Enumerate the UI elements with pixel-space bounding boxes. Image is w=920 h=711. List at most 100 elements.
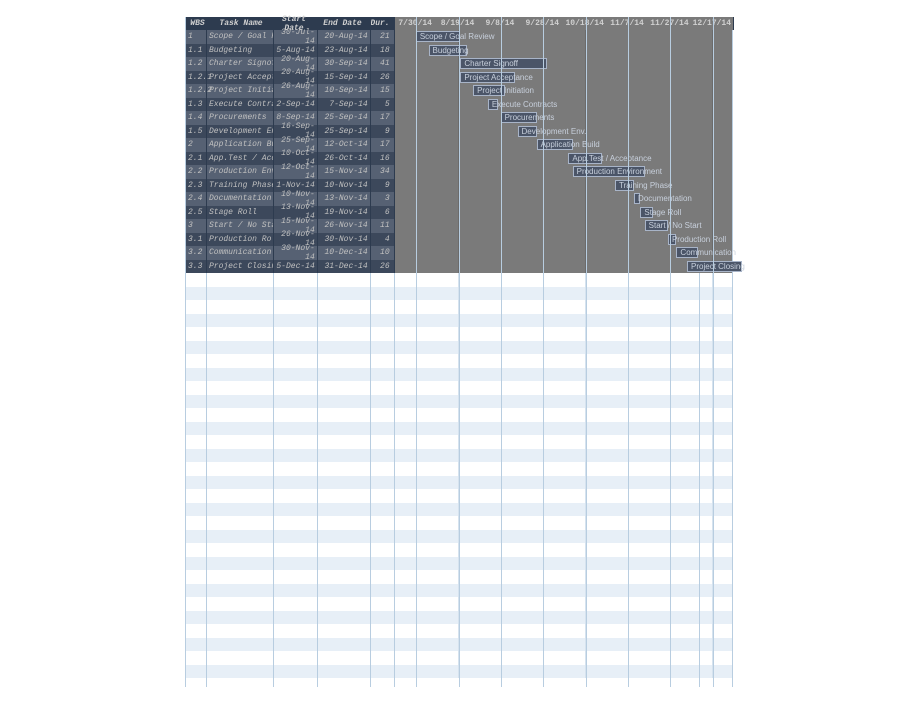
cell-wbs[interactable]: 2	[186, 140, 207, 149]
empty-row[interactable]	[186, 273, 732, 287]
gantt-bar[interactable]: Budgeting	[429, 45, 467, 56]
cell-end[interactable]: 25-Sep-14	[317, 113, 370, 122]
task-row[interactable]: 1.2.1Project Acceptance20-Aug-1415-Sep-1…	[186, 71, 732, 85]
empty-row[interactable]	[186, 327, 732, 341]
gantt-bar[interactable]: Production Environment	[573, 166, 645, 177]
empty-row[interactable]	[186, 300, 732, 314]
cell-task[interactable]: Budgeting	[207, 46, 273, 55]
empty-row[interactable]	[186, 341, 732, 355]
cell-wbs[interactable]: 1.2.2	[186, 86, 207, 95]
cell-task[interactable]: Scope / Goal Revie	[207, 32, 273, 41]
gantt-bar[interactable]: Project Initiation	[473, 85, 505, 96]
cell-dur[interactable]: 26	[370, 262, 394, 271]
cell-wbs[interactable]: 2.2	[186, 167, 207, 176]
task-row[interactable]: 1.1Budgeting5-Aug-1423-Aug-1418Budgeting	[186, 44, 732, 58]
empty-row[interactable]	[186, 624, 732, 638]
cell-end[interactable]: 15-Nov-14	[317, 167, 370, 176]
cell-task[interactable]: Execute Contracts	[207, 100, 273, 109]
cell-wbs[interactable]: 3	[186, 221, 207, 230]
task-row[interactable]: 3Start / No Start15-Nov-1426-Nov-1411Sta…	[186, 219, 732, 233]
empty-row[interactable]	[186, 611, 732, 625]
empty-row[interactable]	[186, 449, 732, 463]
empty-row[interactable]	[186, 381, 732, 395]
cell-dur[interactable]: 10	[370, 248, 394, 257]
empty-row[interactable]	[186, 503, 732, 517]
cell-start[interactable]: 8-Sep-14	[273, 113, 317, 122]
cell-task[interactable]: Communication	[207, 248, 273, 257]
cell-task[interactable]: Documentation	[207, 194, 273, 203]
cell-wbs[interactable]: 1.2	[186, 59, 207, 68]
cell-dur[interactable]: 6	[370, 208, 394, 217]
empty-row[interactable]	[186, 489, 732, 503]
gantt-bar[interactable]: App.Test / Acceptance	[568, 153, 602, 164]
task-row[interactable]: 3.2Communication30-Nov-1410-Dec-1410Comm…	[186, 246, 732, 260]
cell-dur[interactable]: 15	[370, 86, 394, 95]
cell-end[interactable]: 20-Aug-14	[317, 32, 370, 41]
cell-wbs[interactable]: 2.1	[186, 154, 207, 163]
gantt-bar[interactable]: Application Build	[537, 139, 573, 150]
cell-dur[interactable]: 21	[370, 32, 394, 41]
gantt-bar[interactable]: Production Roll	[668, 234, 676, 245]
cell-end[interactable]: 19-Nov-14	[317, 208, 370, 217]
empty-row[interactable]	[186, 651, 732, 665]
empty-row[interactable]	[186, 516, 732, 530]
cell-wbs[interactable]: 3.3	[186, 262, 207, 271]
cell-dur[interactable]: 9	[370, 127, 394, 136]
gantt-bar[interactable]: Procurements	[501, 112, 537, 123]
cell-start[interactable]: 2-Sep-14	[273, 100, 317, 109]
cell-wbs[interactable]: 1	[186, 32, 207, 41]
cell-task[interactable]: Development Env.	[207, 127, 273, 136]
empty-row[interactable]	[186, 543, 732, 557]
cell-task[interactable]: Production Roll	[207, 235, 273, 244]
empty-row[interactable]	[186, 435, 732, 449]
cell-start[interactable]: 5-Dec-14	[273, 262, 317, 271]
task-row[interactable]: 2.1App.Test / Accepta10-Oct-1426-Oct-141…	[186, 152, 732, 166]
cell-end[interactable]: 30-Nov-14	[317, 235, 370, 244]
cell-end[interactable]: 15-Sep-14	[317, 73, 370, 82]
cell-dur[interactable]: 41	[370, 59, 394, 68]
task-row[interactable]: 2.3Training Phase1-Nov-1410-Nov-149Train…	[186, 179, 732, 193]
cell-start[interactable]: 30-Jul-14	[273, 28, 317, 46]
task-row[interactable]: 1.4Procurements8-Sep-1425-Sep-1417Procur…	[186, 111, 732, 125]
empty-row[interactable]	[186, 422, 732, 436]
gantt-bar[interactable]: Start / No Start	[645, 220, 668, 231]
gantt-bar[interactable]: Training Phase	[615, 180, 634, 191]
task-row[interactable]: 1Scope / Goal Revie30-Jul-1420-Aug-1421S…	[186, 30, 732, 44]
empty-row[interactable]	[186, 462, 732, 476]
cell-task[interactable]: Project Initiation	[207, 86, 273, 95]
empty-row[interactable]	[186, 395, 732, 409]
gantt-bar[interactable]: Communication	[676, 247, 697, 258]
cell-dur[interactable]: 34	[370, 167, 394, 176]
task-row[interactable]: 2.5Stage Roll13-Nov-1419-Nov-146Stage Ro…	[186, 206, 732, 220]
cell-end[interactable]: 10-Nov-14	[317, 181, 370, 190]
cell-wbs[interactable]: 1.5	[186, 127, 207, 136]
cell-task[interactable]: Project Closing	[207, 262, 273, 271]
cell-end[interactable]: 31-Dec-14	[317, 262, 370, 271]
cell-start[interactable]: 5-Aug-14	[273, 46, 317, 55]
cell-wbs[interactable]: 3.2	[186, 248, 207, 257]
cell-end[interactable]: 7-Sep-14	[317, 100, 370, 109]
empty-row[interactable]	[186, 287, 732, 301]
task-row[interactable]: 3.3Project Closing5-Dec-1431-Dec-1426Pro…	[186, 260, 732, 274]
cell-task[interactable]: Charter Signoff	[207, 59, 273, 68]
cell-end[interactable]: 10-Dec-14	[317, 248, 370, 257]
cell-wbs[interactable]: 1.1	[186, 46, 207, 55]
cell-dur[interactable]: 9	[370, 181, 394, 190]
task-row[interactable]: 2.2Production Environ12-Oct-1415-Nov-143…	[186, 165, 732, 179]
cell-end[interactable]: 12-Oct-14	[317, 140, 370, 149]
empty-row[interactable]	[186, 354, 732, 368]
task-row[interactable]: 1.3Execute Contracts2-Sep-147-Sep-145Exe…	[186, 98, 732, 112]
cell-end[interactable]: 26-Nov-14	[317, 221, 370, 230]
gantt-bar[interactable]: Project Acceptance	[460, 72, 515, 83]
cell-wbs[interactable]: 1.4	[186, 113, 207, 122]
task-row[interactable]: 1.2Charter Signoff20-Aug-1430-Sep-1441Ch…	[186, 57, 732, 71]
cell-task[interactable]: App.Test / Accepta	[207, 154, 273, 163]
cell-task[interactable]: Project Acceptance	[207, 73, 273, 82]
gantt-bar[interactable]: Development Env.	[518, 126, 537, 137]
cell-end[interactable]: 13-Nov-14	[317, 194, 370, 203]
cell-dur[interactable]: 17	[370, 113, 394, 122]
cell-wbs[interactable]: 2.3	[186, 181, 207, 190]
task-row[interactable]: 3.1Production Roll26-Nov-1430-Nov-144Pro…	[186, 233, 732, 247]
gantt-bar[interactable]: Execute Contracts	[488, 99, 499, 110]
cell-wbs[interactable]: 1.2.1	[186, 73, 207, 82]
